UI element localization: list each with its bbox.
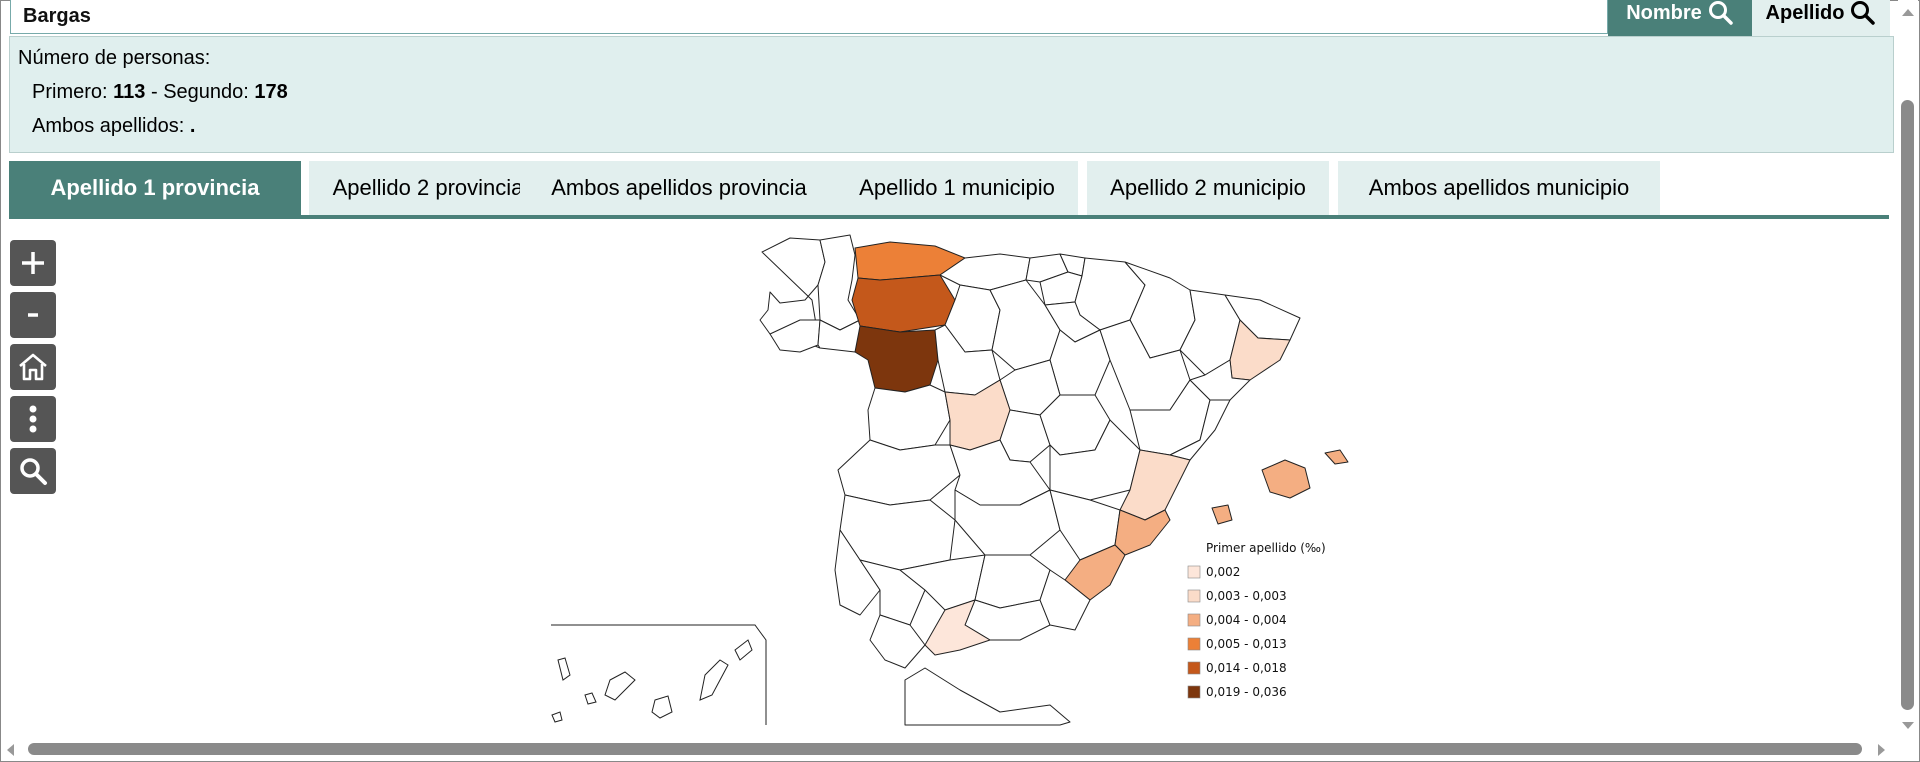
map-tabs: Apellido 1 provincia Apellido 2 provinci… [9,161,1889,219]
primero-label: Primero: [32,81,108,103]
surname-search-input[interactable] [10,0,1608,34]
province-lugo[interactable] [817,234,861,331]
first-second-counts: Primero: 113 - Segundo: 178 [32,81,288,104]
tab-underline [9,215,1889,219]
more-options-button[interactable] [10,396,56,442]
scroll-left-arrow-icon[interactable] [4,742,16,758]
search-icon [1708,1,1733,25]
zoom-out-button[interactable] [10,292,56,338]
province-soria[interactable] [1049,329,1111,396]
home-icon [19,353,47,381]
ambos-label: Ambos apellidos: [32,115,185,137]
ambos-value: . [189,115,196,137]
scroll-up-arrow-icon[interactable] [1900,6,1916,18]
zoom-in-button[interactable] [10,240,56,286]
tab-ambos-apellidos-municipio[interactable]: Ambos apellidos municipio [1338,161,1660,215]
segundo-value: 178 [254,81,288,103]
province-leon[interactable] [851,274,956,333]
tab-apellido-1-provincia[interactable]: Apellido 1 provincia [9,161,301,215]
legend-swatch-3 [1187,613,1201,627]
search-icon [20,458,47,485]
scroll-right-arrow-icon[interactable] [1876,742,1888,758]
map-legend: Primer apellido (‰) 0,002 0,003 - 0,003 … [1187,541,1326,699]
province-menorca[interactable] [1324,449,1349,465]
plus-icon [22,252,44,274]
island-la-palma[interactable] [557,657,571,681]
island-lanzarote[interactable] [734,639,753,661]
horizontal-scrollbar-thumb[interactable] [28,743,1862,755]
tab-ambos-apellidos-provincia[interactable]: Ambos apellidos provincia [520,161,838,215]
island-tenerife[interactable] [604,671,636,701]
search-map-button[interactable] [10,448,56,494]
legend-label-1: 0,002 [1206,565,1240,579]
tab-apellido-1-municipio[interactable]: Apellido 1 municipio [836,161,1078,215]
nombre-label: Nombre [1626,1,1702,24]
province-caceres[interactable] [837,439,961,506]
both-surnames-count: Ambos apellidos: . [32,115,195,138]
island-el-hierro[interactable] [551,711,563,723]
legend-title: Primer apellido (‰) [1206,541,1326,555]
vertical-dots-icon [29,405,37,433]
legend-label-2: 0,003 - 0,003 [1206,589,1287,603]
province-ibiza[interactable] [1211,504,1233,525]
search-icon [1851,1,1876,25]
province-cadiz[interactable] [869,614,926,669]
primero-value: 113 [113,81,146,103]
tab-apellido-2-provincia[interactable]: Apellido 2 provincia [309,161,547,215]
province-mallorca[interactable] [1261,459,1311,499]
segundo-label: Segundo: [163,81,249,103]
search-by-name-button[interactable]: Nombre [1608,0,1752,36]
tab-apellido-2-municipio[interactable]: Apellido 2 municipio [1087,161,1329,215]
region-africa-coast [904,667,1071,726]
legend-label-4: 0,005 - 0,013 [1206,637,1287,651]
province-salamanca[interactable] [867,384,951,451]
legend-swatch-6 [1187,685,1201,699]
apellido-label: Apellido [1765,1,1845,24]
island-gran-canaria[interactable] [651,695,673,719]
scroll-down-arrow-icon[interactable] [1900,720,1916,732]
people-count-title: Número de personas: [18,47,211,69]
legend-label-5: 0,014 - 0,018 [1206,661,1287,675]
legend-label-6: 0,019 - 0,036 [1206,685,1287,699]
vertical-scrollbar-thumb[interactable] [1901,100,1914,710]
people-count-panel: Número de personas: Primero: 113 - Segun… [9,36,1894,153]
island-la-gomera[interactable] [584,692,597,705]
minus-icon [28,313,38,317]
search-by-surname-button[interactable]: Apellido [1752,0,1890,36]
spain-province-map[interactable]: Primer apellido (‰) 0,002 0,003 - 0,003 … [540,225,1380,730]
legend-swatch-5 [1187,661,1201,675]
home-button[interactable] [10,344,56,390]
island-fuerteventura[interactable] [699,659,729,701]
legend-swatch-4 [1187,637,1201,651]
province-zamora[interactable] [854,325,939,393]
legend-label-3: 0,004 - 0,004 [1206,613,1287,627]
count-separator: - [150,81,158,103]
legend-swatch-1 [1187,565,1201,579]
legend-swatch-2 [1187,589,1201,603]
search-bar: Nombre Apellido [10,0,1890,36]
